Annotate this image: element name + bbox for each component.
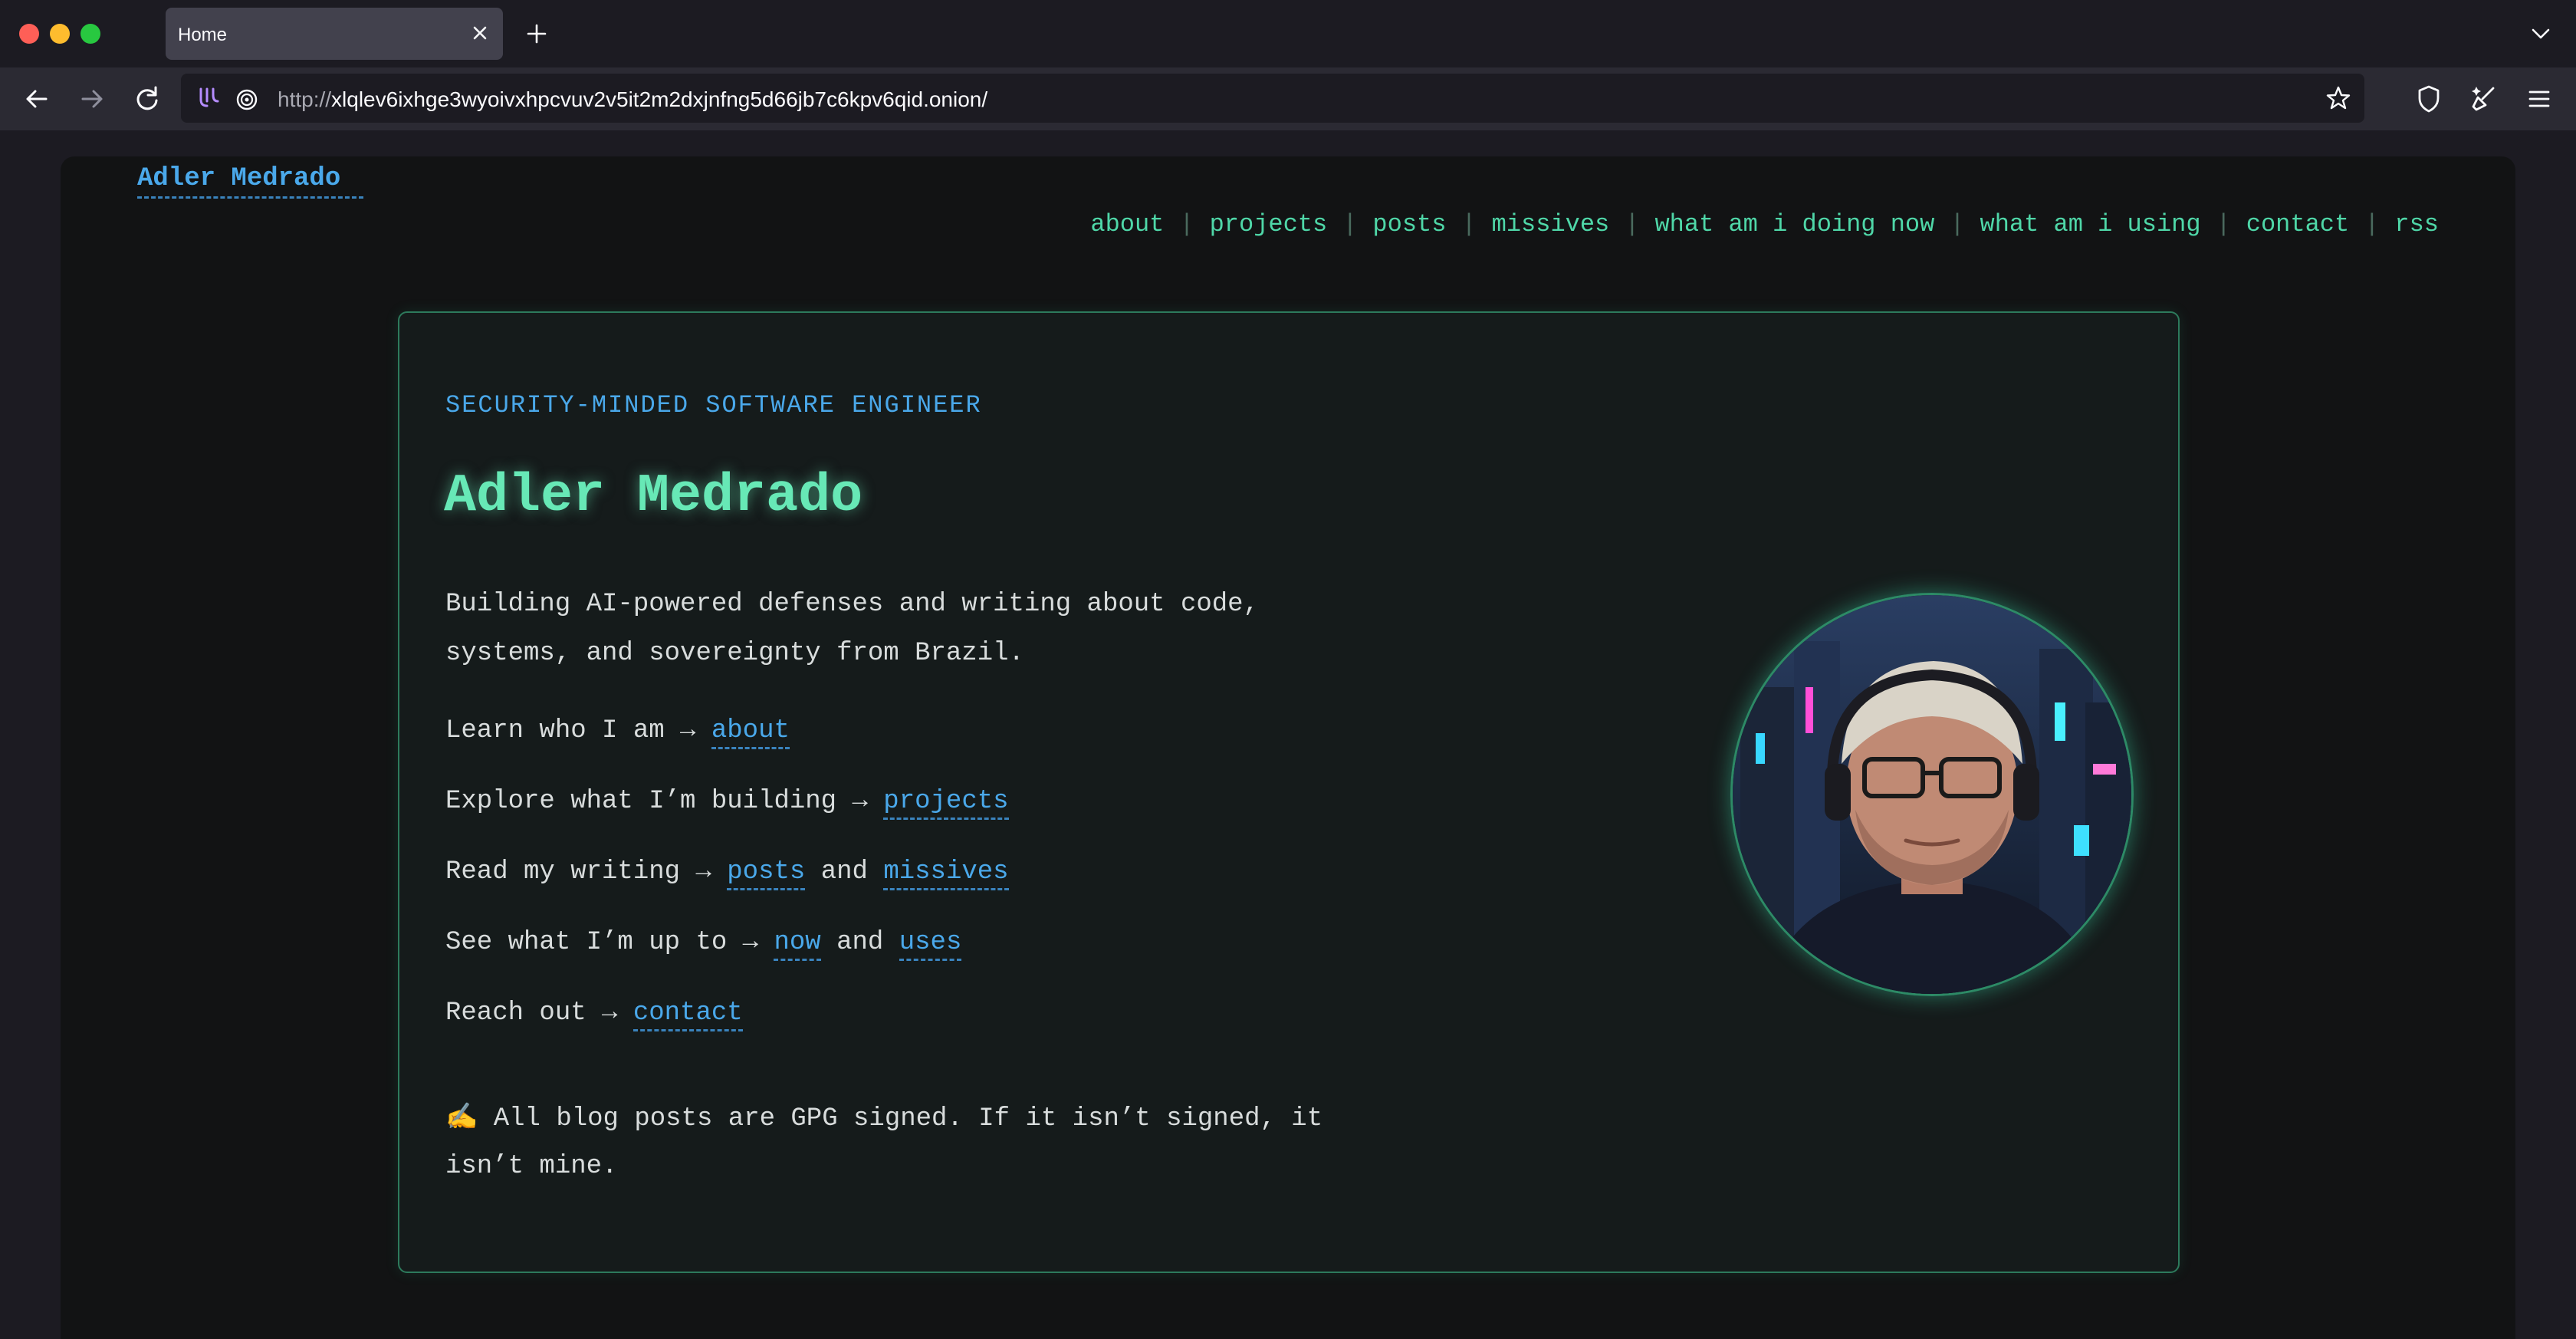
close-icon[interactable] [468,21,492,45]
now-link[interactable]: now [774,928,821,961]
site-brand-link[interactable]: Adler Medrado [137,164,364,199]
new-tab-plus-icon[interactable] [524,21,549,46]
nav-separator: | [1342,210,1358,239]
about-line: Learn who I am → about [445,716,790,749]
reload-icon[interactable] [130,82,164,116]
bookmark-star-icon[interactable] [2325,84,2352,112]
hero-card: SECURITY-MINDED SOFTWARE ENGINEER Adler … [398,311,2180,1273]
nav-link-about[interactable]: about [1090,210,1164,239]
projects-line: Explore what I’m building → projects [445,787,1009,820]
forward-arrow-icon[interactable] [75,82,109,116]
nav-separator: | [2364,210,2380,239]
hero-title: Adler Medrado [444,466,863,527]
missives-link[interactable]: missives [883,857,1009,890]
nav-link-now[interactable]: what am i doing now [1654,210,1934,239]
tor-circuit-icon[interactable] [195,84,222,112]
close-window-button[interactable] [19,24,39,44]
upto-line: See what I’m up to → now and uses [445,928,962,961]
shield-icon[interactable] [2412,82,2446,116]
nav-separator: | [1950,210,1965,239]
nav-separator: | [1179,210,1194,239]
address-bar[interactable]: http://xlqlev6ixhge3wyoivxhpcvuv2v5it2m2… [181,74,2364,123]
avatar-illustration [1733,595,2131,994]
reach-line: Reach out → contact [445,998,743,1031]
hero-eyebrow: SECURITY-MINDED SOFTWARE ENGINEER [445,391,982,419]
nav-link-contact[interactable]: contact [2246,210,2349,239]
nav-separator: | [2216,210,2231,239]
posts-link[interactable]: posts [727,857,806,890]
about-link[interactable]: about [711,716,790,749]
url-text[interactable]: http://xlqlev6ixhge3wyoivxhpcvuv2v5it2m2… [278,87,987,112]
chevron-down-icon[interactable] [2528,21,2553,46]
page-container: Adler Medrado about | projects | posts | mi… [61,156,2515,1339]
nav-link-missives[interactable]: missives [1492,210,1610,239]
uses-link[interactable]: uses [899,928,962,961]
zoom-window-button[interactable] [80,24,100,44]
new-identity-broom-icon[interactable] [2467,82,2501,116]
nav-link-uses[interactable]: what am i using [1980,210,2201,239]
tab-home[interactable]: Home [166,8,503,60]
back-arrow-icon[interactable] [20,82,54,116]
nav-separator: | [1461,210,1477,239]
page-viewport: Adler Medrado about | projects | posts | mi… [0,130,2576,1339]
minimize-window-button[interactable] [50,24,70,44]
main-nav: about | projects | posts | missives | what a… [1090,210,2439,239]
nav-link-projects[interactable]: projects [1210,210,1328,239]
gpg-note: ✍️ All blog posts are GPG signed. If it … [445,1104,1323,1181]
avatar [1730,593,2134,996]
nav-separator: | [1625,210,1640,239]
nav-link-rss[interactable]: rss [2394,210,2439,239]
onion-icon[interactable] [233,84,261,112]
hamburger-menu-icon[interactable] [2522,82,2556,116]
hero-intro: Building AI-powered defenses and writing… [445,590,1259,668]
contact-link[interactable]: contact [632,998,743,1031]
tab-bar: Home [0,0,2576,67]
tab-title: Home [178,25,228,45]
writing-line: Read my writing → posts and missives [445,857,1009,890]
nav-link-posts[interactable]: posts [1372,210,1446,239]
projects-link[interactable]: projects [883,787,1009,820]
